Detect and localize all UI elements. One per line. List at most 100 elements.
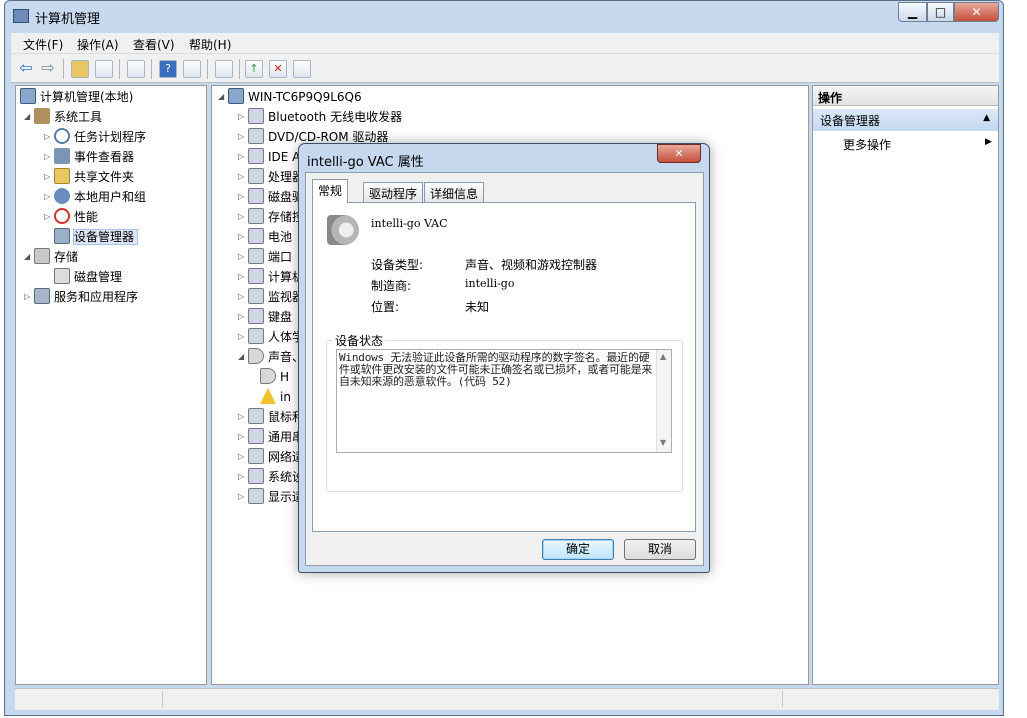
tree-item-task-scheduler[interactable]: ▷ 任务计划程序 — [44, 127, 146, 147]
expand-arrow-icon[interactable]: ▷ — [238, 147, 248, 167]
expand-arrow-icon[interactable]: ▷ — [238, 427, 248, 447]
title-bar[interactable]: 计算机管理 ▁ □ ✕ — [5, 1, 1003, 31]
tree-item-storage[interactable]: ◢ 存储 — [24, 247, 78, 267]
device-category-item[interactable]: ▷ 监视器 — [238, 287, 304, 307]
tree-item-local-users[interactable]: ▷ 本地用户和组 — [44, 187, 146, 207]
tab-general[interactable]: 常规 — [312, 179, 349, 203]
expand-arrow-icon[interactable]: ▷ — [238, 247, 248, 267]
back-icon[interactable]: ⇦ — [17, 60, 35, 78]
services-icon — [34, 288, 50, 304]
expand-arrow-icon[interactable]: ▷ — [24, 287, 34, 307]
tree-item-services-apps[interactable]: ▷ 服务和应用程序 — [24, 287, 138, 307]
expand-arrow-icon[interactable]: ▷ — [238, 107, 248, 127]
expand-arrow-icon[interactable]: ▷ — [238, 267, 248, 287]
tree-item-event-viewer[interactable]: ▷ 事件查看器 — [44, 147, 134, 167]
expand-arrow-icon[interactable]: ▷ — [238, 327, 248, 347]
update-driver-icon[interactable]: ↑ — [245, 60, 263, 78]
device-category-item[interactable]: ▷ 通用串 — [238, 427, 304, 447]
uninstall-device-icon[interactable] — [293, 60, 311, 78]
tab-details[interactable]: 详细信息 — [424, 182, 485, 202]
expand-arrow-icon[interactable]: ▷ — [238, 167, 248, 187]
dialog-title: intelli-go VAC 属性 — [307, 155, 424, 170]
expand-arrow-icon[interactable]: ▷ — [238, 487, 248, 507]
device-category-item[interactable]: in — [250, 387, 291, 407]
device-category-item[interactable]: ▷ 存储控 — [238, 207, 304, 227]
menu-action[interactable]: 操作(A) — [77, 36, 119, 53]
device-status-textbox[interactable]: Windows 无法验证此设备所需的驱动程序的数字签名。最近的硬件或软件更改安装… — [336, 349, 672, 453]
expand-arrow-icon[interactable]: ◢ — [24, 247, 34, 267]
device-category-item[interactable]: ▷ Bluetooth 无线电收发器 — [238, 107, 402, 127]
status-scrollbar[interactable]: ▲ ▼ — [656, 350, 671, 452]
system-device-icon — [248, 468, 264, 484]
device-category-item[interactable]: ▷ 系统设 — [238, 467, 304, 487]
expand-arrow-icon[interactable]: ◢ — [218, 87, 228, 107]
properties-icon[interactable] — [127, 60, 145, 78]
expand-arrow-icon[interactable]: ▷ — [44, 147, 54, 167]
minimize-button[interactable]: ▁ — [898, 2, 927, 22]
actions-group-device-manager[interactable]: 设备管理器 ▲ — [813, 109, 998, 131]
expand-arrow-icon[interactable]: ▷ — [238, 447, 248, 467]
device-category-item[interactable]: ▷ 显示适 — [238, 487, 304, 507]
device-category-item[interactable]: H — [250, 367, 289, 387]
tree-item-system-tools[interactable]: ◢ 系统工具 — [24, 107, 102, 127]
menu-help[interactable]: 帮助(H) — [189, 36, 231, 53]
device-category-item[interactable]: ▷ 端口 — [238, 247, 292, 267]
expand-arrow-icon[interactable]: ▷ — [238, 407, 248, 427]
expand-arrow-icon[interactable]: ◢ — [238, 347, 248, 367]
menu-view[interactable]: 查看(V) — [133, 36, 175, 53]
expand-arrow-icon[interactable]: ▷ — [238, 187, 248, 207]
scan-hardware-icon[interactable] — [215, 60, 233, 78]
expand-arrow-icon[interactable]: ▷ — [238, 307, 248, 327]
cancel-button[interactable]: 取消 — [624, 539, 696, 560]
tree-item-disk-management[interactable]: 磁盘管理 — [54, 267, 122, 287]
device-tree-root[interactable]: ◢ WIN-TC6P9Q9L6Q6 — [218, 87, 362, 107]
device-category-item[interactable]: ▷ 键盘 — [238, 307, 292, 327]
scroll-up-icon[interactable]: ▲ — [660, 352, 666, 361]
expand-arrow-icon[interactable]: ▷ — [44, 167, 54, 187]
menu-file[interactable]: 文件(F) — [23, 36, 63, 53]
expand-arrow-icon[interactable]: ▷ — [238, 287, 248, 307]
device-category-item[interactable]: ◢ 声音、 — [238, 347, 304, 367]
device-category-item[interactable]: ▷ 处理器 — [238, 167, 304, 187]
ok-button[interactable]: 确定 — [542, 539, 614, 560]
tab-driver[interactable]: 驱动程序 — [363, 182, 424, 202]
tree-item-computer-management[interactable]: 计算机管理(本地) — [20, 87, 133, 107]
scroll-down-icon[interactable]: ▼ — [660, 438, 666, 447]
device-category-item[interactable]: ▷ 鼠标和 — [238, 407, 304, 427]
more-actions-link[interactable]: 更多操作 — [843, 136, 891, 153]
menu-bar: 文件(F) 操作(A) 查看(V) 帮助(H) — [11, 33, 999, 53]
collapse-icon[interactable]: ▲ — [983, 113, 990, 123]
tree-item-performance[interactable]: ▷ 性能 — [44, 207, 98, 227]
maximize-button[interactable]: □ — [927, 2, 954, 22]
close-button[interactable]: ✕ — [954, 2, 999, 22]
expand-arrow-icon[interactable]: ▷ — [44, 187, 54, 207]
expand-arrow-icon[interactable]: ◢ — [24, 107, 34, 127]
expand-arrow-icon[interactable]: ▷ — [44, 127, 54, 147]
device-type-value: 声音、视频和游戏控制器 — [465, 258, 598, 272]
device-category-item[interactable]: ▷ 人体学 — [238, 327, 304, 347]
show-hide-tree-icon[interactable] — [95, 60, 113, 78]
expand-arrow-icon[interactable]: ▷ — [44, 207, 54, 227]
expand-arrow-icon[interactable]: ▷ — [238, 127, 248, 147]
up-folder-icon[interactable] — [71, 60, 89, 78]
battery-icon — [248, 228, 264, 244]
dialog-close-button[interactable]: ✕ — [657, 144, 701, 163]
dvd-icon — [248, 128, 264, 144]
device-category-item[interactable]: ▷ IDE A — [238, 147, 300, 167]
tree-item-shared-folders[interactable]: ▷ 共享文件夹 — [44, 167, 134, 187]
device-category-label: IDE A — [268, 150, 301, 164]
expand-arrow-icon[interactable]: ▷ — [238, 227, 248, 247]
actions-pane: 操作 设备管理器 ▲ 更多操作 ▶ — [812, 85, 999, 685]
tree-item-device-manager[interactable]: 设备管理器 — [54, 227, 139, 247]
hid-icon — [248, 328, 264, 344]
show-action-pane-icon[interactable] — [183, 60, 201, 78]
device-category-item[interactable]: ▷ 电池 — [238, 227, 292, 247]
expand-arrow-icon[interactable]: ▷ — [238, 467, 248, 487]
forward-icon[interactable]: ⇨ — [39, 60, 57, 78]
expand-arrow-icon[interactable]: ▷ — [238, 207, 248, 227]
device-category-item[interactable]: ▷ 磁盘驱 — [238, 187, 304, 207]
device-category-item[interactable]: ▷ 网络适 — [238, 447, 304, 467]
device-category-item[interactable]: ▷ 计算机 — [238, 267, 304, 287]
disable-device-icon[interactable]: ✕ — [269, 60, 287, 78]
help-icon[interactable]: ? — [159, 60, 177, 78]
